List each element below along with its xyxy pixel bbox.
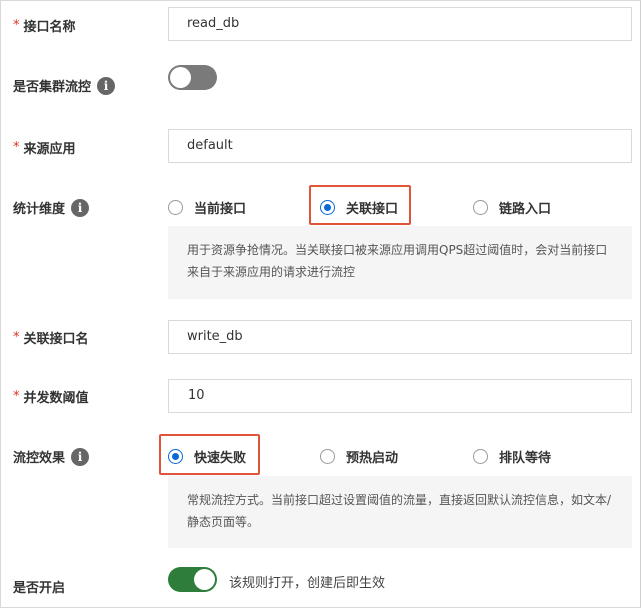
flow-effect-label: 流控效果 i	[13, 447, 90, 466]
info-icon[interactable]: i	[71, 198, 90, 217]
required-mark: *	[13, 389, 20, 404]
radio-icon	[168, 200, 183, 215]
cluster-flow-label: 是否集群流控 i	[13, 76, 116, 95]
info-icon[interactable]: i	[97, 76, 116, 95]
related-api-label: * 关联接口名	[13, 328, 89, 347]
enabled-toggle[interactable]	[168, 567, 217, 592]
stat-option-chain-entry[interactable]: 链路入口	[473, 198, 551, 217]
radio-label: 关联接口	[346, 202, 399, 217]
concurrency-threshold-input[interactable]: 10	[168, 379, 632, 413]
toggle-knob	[170, 67, 191, 88]
flow-effect-label-text: 流控效果	[13, 451, 66, 466]
flow-option-queue[interactable]: 排队等待	[473, 447, 551, 466]
radio-label: 预热启动	[346, 451, 399, 466]
stat-dimension-description: 用于资源争抢情况。当关联接口被来源应用调用QPS超过阈值时，会对当前接口来自于来…	[168, 226, 632, 299]
related-api-input[interactable]: write_db	[168, 320, 632, 354]
cluster-flow-label-text: 是否集群流控	[13, 80, 92, 95]
stat-dimension-label-text: 统计维度	[13, 202, 66, 217]
source-app-input[interactable]: default	[168, 129, 632, 163]
info-icon[interactable]: i	[71, 447, 90, 466]
radio-selected-icon	[168, 449, 183, 464]
stat-option-current-api[interactable]: 当前接口	[168, 198, 246, 217]
api-name-input[interactable]: read_db	[168, 7, 632, 41]
required-mark: *	[13, 140, 20, 155]
flow-option-warm-up[interactable]: 预热启动	[320, 447, 398, 466]
source-app-label-text: 来源应用	[23, 142, 76, 157]
required-mark: *	[13, 18, 20, 33]
toggle-knob	[194, 569, 215, 590]
api-name-label: * 接口名称	[13, 16, 76, 35]
stat-dimension-label: 统计维度 i	[13, 198, 90, 217]
source-app-label: * 来源应用	[13, 138, 76, 157]
stat-option-related-api[interactable]: 关联接口	[320, 198, 398, 217]
required-mark: *	[13, 330, 20, 345]
rule-form: * 接口名称 read_db 是否集群流控 i * 来源应用 default 统…	[0, 0, 641, 608]
flow-option-fail-fast[interactable]: 快速失败	[168, 447, 246, 466]
radio-icon	[320, 449, 335, 464]
enabled-label-text: 是否开启	[13, 581, 66, 596]
radio-icon	[473, 449, 488, 464]
radio-label: 排队等待	[499, 451, 552, 466]
related-api-label-text: 关联接口名	[23, 332, 89, 347]
api-name-label-text: 接口名称	[23, 20, 76, 35]
radio-label: 当前接口	[194, 202, 247, 217]
radio-icon	[473, 200, 488, 215]
cluster-flow-toggle[interactable]	[168, 65, 217, 90]
concurrency-threshold-label: * 并发数阈值	[13, 387, 89, 406]
radio-selected-icon	[320, 200, 335, 215]
radio-label: 链路入口	[499, 202, 552, 217]
concurrency-threshold-label-text: 并发数阈值	[23, 391, 89, 406]
enabled-hint: 该规则打开，创建后即生效	[229, 576, 386, 591]
flow-effect-description: 常规流控方式。当前接口超过设置阈值的流量，直接返回默认流控信息，如文本/静态页面…	[168, 476, 632, 548]
enabled-label: 是否开启	[13, 577, 65, 596]
radio-label: 快速失败	[194, 451, 247, 466]
